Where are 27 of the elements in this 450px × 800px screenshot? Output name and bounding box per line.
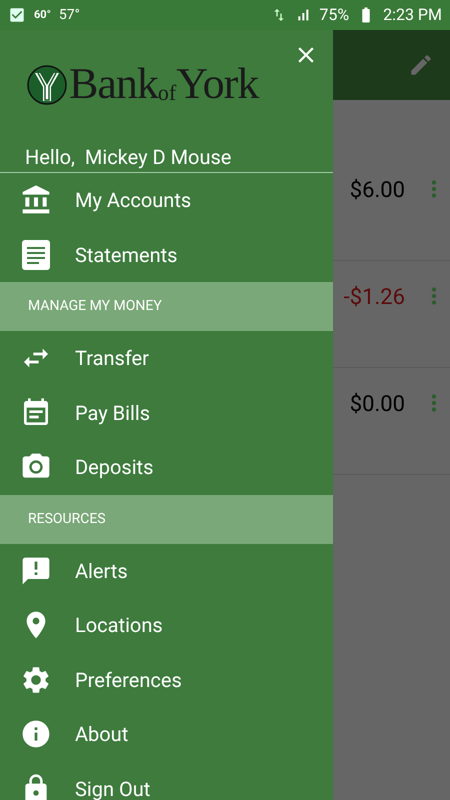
info-icon: [20, 718, 52, 750]
section-header: RESOURCES: [0, 494, 333, 544]
checkbox-icon: [8, 6, 26, 24]
temperature-low: 57°: [58, 6, 80, 24]
menu-item[interactable]: Transfer: [0, 331, 333, 386]
battery-percent: 75%: [319, 4, 350, 26]
section-header: MANAGE MY MONEY: [0, 282, 333, 331]
logo-emblem-icon: [27, 65, 67, 105]
account-balance: $6.00: [348, 177, 406, 205]
account-balance: -$1.26: [342, 284, 406, 312]
menu-item[interactable]: Preferences: [0, 652, 333, 707]
menu-item[interactable]: Statements: [0, 228, 333, 282]
clock: 2:23 PM: [383, 4, 442, 26]
alert-icon: [20, 554, 52, 587]
menu-item[interactable]: My Accounts: [0, 173, 333, 228]
account-balance: $0.00: [348, 391, 406, 419]
menu-item[interactable]: Deposits: [0, 440, 333, 494]
menu-item[interactable]: Locations: [0, 598, 333, 652]
temperature-high: 60°: [34, 6, 51, 23]
menu-item[interactable]: About: [0, 707, 333, 762]
bank-icon: [20, 184, 52, 216]
greeting: Hello, Mickey D Mouse: [25, 144, 232, 171]
menu-item[interactable]: Pay Bills: [0, 386, 333, 440]
logo-text: BankofYork: [69, 62, 258, 106]
menu-item[interactable]: Sign Out: [0, 762, 333, 800]
menu-item[interactable]: Alerts: [0, 544, 333, 598]
document-icon: [22, 240, 50, 270]
